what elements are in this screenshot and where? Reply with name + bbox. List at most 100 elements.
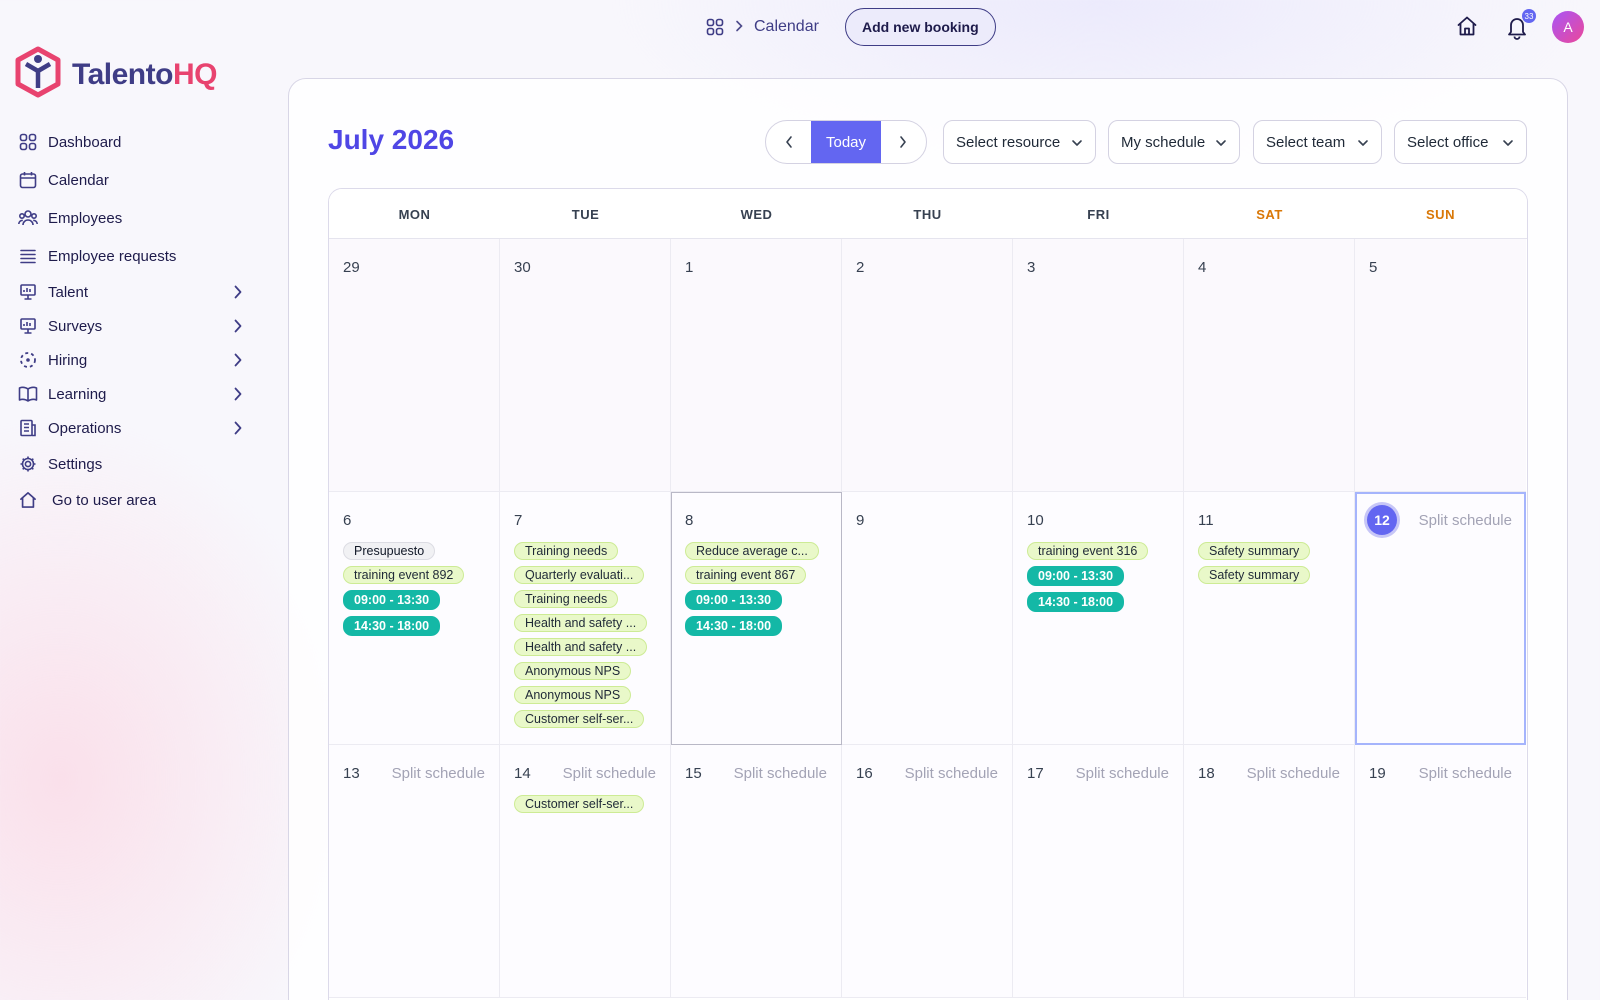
chevron-right-icon[interactable] (233, 386, 243, 407)
notification-count-badge: 33 (1522, 9, 1536, 23)
shift-time-chip[interactable]: 09:00 - 13:30 (343, 590, 441, 610)
learning-icon (18, 384, 38, 404)
logo-cube-icon (14, 46, 62, 103)
schedule-value: My schedule (1121, 133, 1206, 151)
talentohq-logo[interactable]: TalentoHQ (14, 46, 217, 103)
sidebar-item-learning[interactable]: Learning (18, 380, 243, 408)
event-chip[interactable]: Health and safety ... (514, 614, 648, 632)
requests-icon (18, 246, 38, 266)
event-chip[interactable]: Anonymous NPS (514, 662, 632, 680)
surveys-icon (18, 316, 38, 336)
calendar-day-cell[interactable]: 17 Split schedule (1013, 745, 1184, 998)
home-icon (18, 490, 38, 510)
calendar-day-cell[interactable]: 6 Presupuesto training event 892 09:00 - 13… (329, 492, 500, 745)
calendar-day-cell[interactable]: 16 Split schedule (842, 745, 1013, 998)
select-resource-dropdown[interactable]: Select resource (943, 120, 1096, 164)
shift-time-chip[interactable]: 09:00 - 13:30 (685, 590, 783, 610)
calendar-day-cell[interactable]: 30 (500, 239, 671, 492)
sidebar-item-operations[interactable]: Operations (18, 414, 243, 442)
shift-time-chip[interactable]: 14:30 - 18:00 (685, 616, 783, 636)
day-events-list: Safety summary Safety summary (1198, 542, 1311, 584)
calendar-day-cell[interactable]: 12 Split schedule (1355, 492, 1526, 745)
select-team-dropdown[interactable]: Select team (1253, 120, 1382, 164)
add-new-booking-button[interactable]: Add new booking (845, 8, 996, 46)
calendar-day-cell[interactable]: 2 (842, 239, 1013, 492)
breadcrumb-current[interactable]: Calendar (754, 18, 819, 36)
previous-month-button[interactable] (766, 121, 811, 163)
day-events-list: Presupuesto training event 892 09:00 - 13:… (343, 542, 465, 636)
user-avatar[interactable]: A (1552, 11, 1584, 43)
sidebar-item-label: Employee requests (48, 247, 177, 265)
calendar-day-cell[interactable]: 15 Split schedule (671, 745, 842, 998)
day-number: 8 (685, 512, 694, 529)
sidebar-item-talent[interactable]: Talent (18, 278, 243, 306)
home-icon[interactable] (1455, 14, 1479, 43)
select-office-dropdown[interactable]: Select office (1394, 120, 1527, 164)
sidebar-item-go-to-user-area[interactable]: Go to user area (18, 486, 243, 514)
shift-time-chip[interactable]: 14:30 - 18:00 (1027, 592, 1125, 612)
next-month-button[interactable] (881, 121, 926, 163)
calendar-day-cell[interactable]: 8 Reduce average c... training event 867 09… (671, 492, 842, 745)
event-chip[interactable]: Health and safety ... (514, 638, 648, 656)
event-chip[interactable]: training event 892 (343, 566, 465, 584)
calendar-day-cell[interactable]: 4 (1184, 239, 1355, 492)
sidebar-item-label: Talent (48, 283, 89, 301)
sidebar-item-label: Calendar (48, 171, 109, 189)
calendar-day-cell[interactable]: 19 Split schedule (1355, 745, 1526, 998)
chevron-right-icon[interactable] (233, 420, 243, 441)
split-schedule-label: Split schedule (1418, 512, 1512, 529)
event-chip[interactable]: Reduce average c... (685, 542, 819, 560)
event-chip[interactable]: Training needs (514, 590, 619, 608)
day-events-list: Reduce average c... training event 867 09:… (685, 542, 819, 636)
sidebar-item-hiring[interactable]: Hiring (18, 346, 243, 374)
split-schedule-label: Split schedule (733, 765, 827, 782)
calendar-day-cell[interactable]: 3 (1013, 239, 1184, 492)
sidebar-item-calendar[interactable]: Calendar (18, 166, 243, 194)
calendar-day-cell[interactable]: 10 training event 316 09:00 - 13:30 14:30 -… (1013, 492, 1184, 745)
chevron-right-icon[interactable] (233, 318, 243, 339)
calendar-day-cell[interactable]: 1 (671, 239, 842, 492)
shift-time-chip[interactable]: 09:00 - 13:30 (1027, 566, 1125, 586)
sidebar-item-employees[interactable]: Employees (18, 204, 243, 232)
event-chip[interactable]: Presupuesto (343, 542, 436, 560)
calendar-day-cell[interactable]: 29 (329, 239, 500, 492)
chevron-right-icon[interactable] (233, 284, 243, 305)
event-chip[interactable]: Customer self-ser... (514, 795, 645, 813)
calendar-day-cell[interactable]: 9 (842, 492, 1013, 745)
sidebar-item-surveys[interactable]: Surveys (18, 312, 243, 340)
sidebar-item-label: Surveys (48, 317, 103, 335)
day-number: 7 (514, 512, 523, 529)
calendar-day-cell[interactable]: 7 Training needs Quarterly evaluati... Trai… (500, 492, 671, 745)
day-number: 9 (856, 512, 865, 529)
my-schedule-dropdown[interactable]: My schedule (1108, 120, 1240, 164)
split-schedule-label: Split schedule (391, 765, 485, 782)
calendar-day-cell[interactable]: 14 Split schedule Customer self-ser... (500, 745, 671, 998)
shift-time-chip[interactable]: 14:30 - 18:00 (343, 616, 441, 636)
calendar-day-cell[interactable]: 18 Split schedule (1184, 745, 1355, 998)
sidebar-item-dashboard[interactable]: Dashboard (18, 128, 243, 156)
weekday-label: FRI (1087, 206, 1110, 222)
today-button[interactable]: Today (811, 121, 881, 163)
chevron-right-icon[interactable] (233, 352, 243, 373)
sidebar-item-label: Operations (48, 419, 122, 437)
today-date-number: 12 (1367, 505, 1397, 535)
event-chip[interactable]: training event 316 (1027, 542, 1149, 560)
event-chip[interactable]: Customer self-ser... (514, 710, 645, 728)
event-chip[interactable]: Training needs (514, 542, 619, 560)
calendar-day-cell[interactable]: 11 Safety summary Safety summary (1184, 492, 1355, 745)
settings-gear-icon (18, 454, 38, 474)
sidebar-item-employee-requests[interactable]: Employee requests (18, 242, 243, 270)
calendar-day-cell[interactable]: 5 (1355, 239, 1526, 492)
event-chip[interactable]: training event 867 (685, 566, 807, 584)
chevron-left-icon (785, 136, 792, 148)
sidebar-item-label: Hiring (48, 351, 88, 369)
event-chip[interactable]: Safety summary (1198, 566, 1311, 584)
event-chip[interactable]: Anonymous NPS (514, 686, 632, 704)
day-number: 11 (1198, 512, 1214, 529)
calendar-day-cell[interactable]: 13 Split schedule (329, 745, 500, 998)
select-resource-value: Select resource (956, 133, 1061, 151)
event-chip[interactable]: Quarterly evaluati... (514, 566, 645, 584)
apps-grid-icon[interactable] (706, 18, 724, 36)
event-chip[interactable]: Safety summary (1198, 542, 1311, 560)
sidebar-item-settings[interactable]: Settings (18, 450, 243, 478)
